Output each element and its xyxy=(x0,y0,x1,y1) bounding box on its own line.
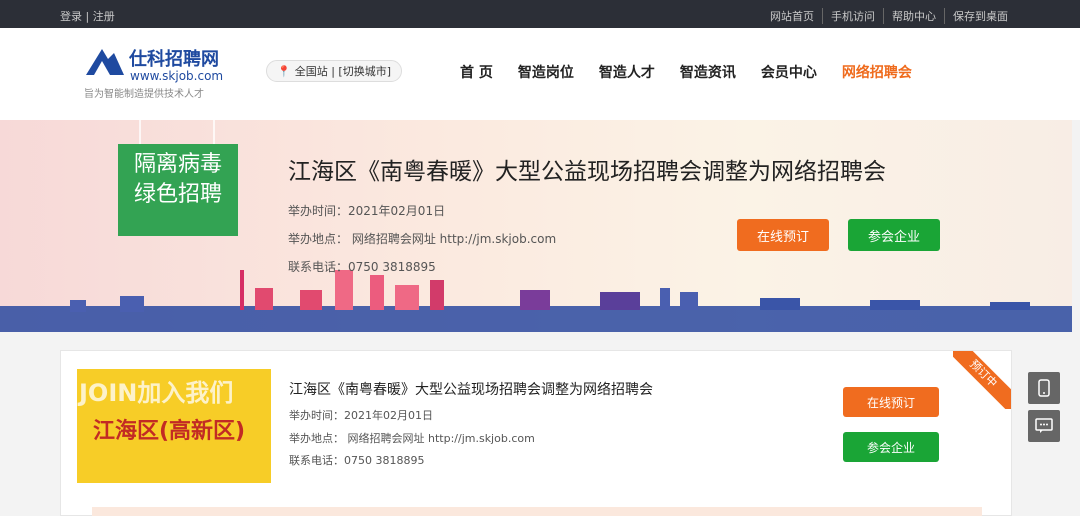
brand-tagline: 旨为智能制造提供技术人才 xyxy=(84,89,204,100)
banner-date: 举办时间：2021年02月01日 xyxy=(288,204,446,218)
site-logo[interactable]: 仕科招聘网 www.skjob.com 旨为智能制造提供技术人才 xyxy=(80,43,245,100)
nav-member[interactable]: 会员中心 xyxy=(761,62,817,82)
fair-card: JOIN加入我们 江海区(高新区) 江海区《南粤春暖》大型公益现场招聘会调整为网… xyxy=(60,350,1012,516)
nav-jobs[interactable]: 智造岗位 xyxy=(518,62,574,82)
mobile-icon[interactable] xyxy=(1028,372,1060,404)
sign-line-1: 隔离病毒 xyxy=(133,152,222,177)
fair-book-button[interactable]: 在线预订 xyxy=(843,387,939,417)
city-label: 全国站 | [切换城市] xyxy=(294,65,391,78)
thumbnail-bg-text: JOIN加入我们 xyxy=(79,379,234,407)
header: 仕科招聘网 www.skjob.com 旨为智能制造提供技术人才 📍 全国站 |… xyxy=(0,28,1080,120)
status-ribbon-label: 预订中 xyxy=(953,351,1011,409)
chat-glyph xyxy=(1035,418,1053,433)
fair-place: 举办地点： 网络招聘会网址 http://jm.skjob.com xyxy=(289,432,535,445)
phone-glyph xyxy=(1038,379,1050,397)
nav-news[interactable]: 智造资讯 xyxy=(680,62,736,82)
banner-place: 举办地点： 网络招聘会网址 http://jm.skjob.com xyxy=(288,232,557,246)
logo-icon xyxy=(86,49,124,75)
fair-thumbnail[interactable]: JOIN加入我们 江海区(高新区) xyxy=(77,369,271,483)
banner-title: 江海区《南粤春暖》大型公益现场招聘会调整为网络招聘会 xyxy=(288,159,886,185)
banner-sign: 隔离病毒 绿色招聘 xyxy=(118,144,238,236)
message-icon[interactable] xyxy=(1028,410,1060,442)
main-nav: 首 页 智造岗位 智造人才 智造资讯 会员中心 网络招聘会 xyxy=(460,62,937,82)
brand-name: 仕科招聘网 xyxy=(129,49,219,70)
next-card-strip xyxy=(92,507,982,516)
save-desktop-link[interactable]: 保存到桌面 xyxy=(944,8,1016,24)
nav-talents[interactable]: 智造人才 xyxy=(599,62,655,82)
mobile-link[interactable]: 手机访问 xyxy=(822,8,883,24)
fair-companies-button[interactable]: 参会企业 xyxy=(843,432,939,462)
top-bar: 登录 | 注册 网站首页 手机访问 帮助中心 保存到桌面 xyxy=(0,0,1080,28)
banner-phone: 联系电话：0750 3818895 xyxy=(288,260,436,274)
home-link[interactable]: 网站首页 xyxy=(762,8,822,24)
fair-phone: 联系电话：0750 3818895 xyxy=(289,454,425,467)
nav-online-fair[interactable]: 网络招聘会 xyxy=(842,62,912,82)
banner-companies-button[interactable]: 参会企业 xyxy=(848,219,940,251)
fair-title[interactable]: 江海区《南粤春暖》大型公益现场招聘会调整为网络招聘会 xyxy=(289,379,653,399)
location-pin-icon: 📍 xyxy=(277,64,291,78)
banner-book-button[interactable]: 在线预订 xyxy=(737,219,829,251)
login-register-link[interactable]: 登录 | 注册 xyxy=(60,8,115,24)
top-links: 网站首页 手机访问 帮助中心 保存到桌面 xyxy=(762,8,1016,24)
sign-line-2: 绿色招聘 xyxy=(133,182,222,207)
nav-home[interactable]: 首 页 xyxy=(460,62,493,82)
help-link[interactable]: 帮助中心 xyxy=(883,8,944,24)
city-switcher[interactable]: 📍 全国站 | [切换城市] xyxy=(266,60,402,82)
thumbnail-highlight: 江海区(高新区) xyxy=(93,419,246,444)
fair-date: 举办时间：2021年02月01日 xyxy=(289,409,433,422)
status-ribbon: 预订中 xyxy=(953,351,1011,409)
brand-url: www.skjob.com xyxy=(130,69,224,83)
hero-banner: 隔离病毒 绿色招聘 江海区《南粤春暖》大型公益现场招聘会调整为网络招聘会 举办时… xyxy=(0,120,1072,332)
